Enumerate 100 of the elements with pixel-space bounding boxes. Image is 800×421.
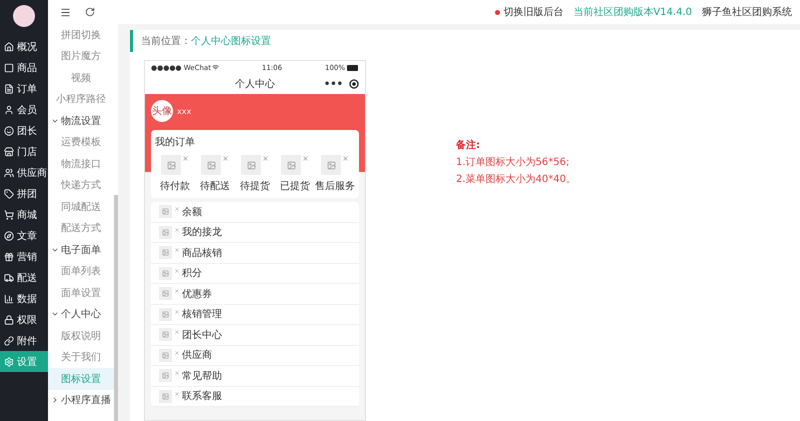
avatar-label: 头像: [152, 104, 172, 118]
submenu-item[interactable]: 面单设置: [48, 282, 114, 304]
nav-item[interactable]: 概况: [0, 36, 48, 57]
menu-icon[interactable]: [60, 6, 71, 18]
image-placeholder-icon: [159, 390, 172, 403]
more-button[interactable]: •••: [324, 78, 343, 90]
submenu-item[interactable]: 快递方式: [48, 174, 114, 196]
document-icon: [4, 84, 14, 94]
page-title: 个人中心: [235, 78, 275, 91]
menu-label: 我的接龙: [182, 226, 222, 240]
settings-icon: [4, 356, 14, 366]
submenu-item[interactable]: 小程序路径: [48, 88, 114, 110]
remove-icon[interactable]: [174, 206, 180, 212]
submenu-item[interactable]: 视频: [48, 67, 114, 88]
remove-icon[interactable]: [174, 308, 180, 314]
status-dot: [495, 10, 500, 14]
scrollbar[interactable]: [114, 195, 118, 421]
image-placeholder-icon: [159, 369, 172, 382]
nav-item[interactable]: 权限: [0, 309, 48, 330]
system-name: 狮子鱼社区团购系统: [702, 6, 792, 19]
refresh-icon[interactable]: [85, 7, 95, 17]
submenu-group[interactable]: 物流设置: [48, 110, 114, 132]
battery-icon: [347, 64, 359, 70]
remove-icon[interactable]: [262, 155, 269, 162]
nav-item[interactable]: 商城: [0, 204, 48, 225]
submenu-item[interactable]: 配送方式: [48, 218, 114, 239]
nav-item[interactable]: 附件: [0, 330, 48, 351]
menu-label: 常见帮助: [182, 370, 222, 383]
menu-label: 联系客服: [182, 390, 222, 404]
nav-item[interactable]: 配送: [0, 267, 48, 288]
submenu-group[interactable]: 电子面单: [48, 239, 114, 260]
remove-icon[interactable]: [174, 329, 180, 335]
submenu-item[interactable]: 面单列表: [48, 260, 114, 282]
remove-icon[interactable]: [174, 226, 180, 232]
submenu-item[interactable]: 同城配送: [48, 196, 114, 218]
nav-item[interactable]: 拼团: [0, 183, 48, 204]
submenu-group[interactable]: 个人中心: [48, 304, 114, 325]
image-placeholder-icon: [159, 205, 172, 218]
remove-icon[interactable]: [174, 370, 180, 376]
link-icon: [4, 336, 14, 346]
submenu-item[interactable]: 拼团切换: [48, 24, 114, 46]
menu-label: 优惠券: [182, 288, 212, 301]
tag-icon: [4, 188, 14, 198]
menu-label: 供应商: [182, 348, 212, 362]
remove-icon[interactable]: [222, 155, 229, 162]
menu-label: 核销管理: [182, 308, 222, 322]
breadcrumb-label: 当前位置：: [141, 34, 191, 48]
menu-label: 商品核销: [182, 246, 222, 260]
nav-item[interactable]: 营销: [0, 246, 48, 267]
submenu-item[interactable]: 关于我们: [48, 346, 114, 368]
user-icon: [4, 104, 14, 114]
target-icon[interactable]: [349, 79, 359, 89]
remove-icon[interactable]: [174, 390, 180, 396]
submenu-item[interactable]: 图片魔方: [48, 46, 114, 67]
orders-title: 我的订单: [155, 136, 196, 149]
old-backend-link[interactable]: 切换旧版后台: [503, 5, 564, 19]
nav-item[interactable]: 团长: [0, 120, 48, 141]
nav-item[interactable]: 文章: [0, 225, 48, 246]
menu-label: 积分: [182, 267, 202, 280]
image-placeholder-icon: [201, 155, 221, 175]
nav-item[interactable]: 商品: [0, 57, 48, 78]
gift-icon: [4, 252, 14, 262]
nav-item[interactable]: 数据: [0, 288, 48, 309]
remove-icon[interactable]: [174, 247, 180, 253]
image-placeholder-icon: [159, 328, 172, 342]
nav-item[interactable]: 门店: [0, 141, 48, 162]
image-placeholder-icon: [159, 226, 172, 239]
note-line: 2.菜单图标大小为40*40。: [456, 172, 576, 186]
nav-item[interactable]: 订单: [0, 78, 48, 99]
note-title: 备注:: [456, 138, 481, 152]
image-placeholder-icon: [321, 155, 341, 175]
submenu-item[interactable]: 版权说明: [48, 325, 114, 346]
version-text: 当前社区团购版本V14.4.0: [573, 6, 692, 19]
submenu-item[interactable]: 物流接口: [48, 153, 114, 174]
nav-item[interactable]: 会员: [0, 99, 48, 120]
submenu-item[interactable]: 运费模板: [48, 132, 114, 153]
order-label: 待配送: [200, 180, 230, 193]
menu-label: 团长中心: [182, 328, 222, 342]
submenu-group-label: 物流设置: [61, 114, 101, 128]
users-icon: [4, 168, 14, 178]
menu-label: 余额: [182, 206, 202, 219]
remove-icon[interactable]: [302, 155, 309, 162]
square-icon: [4, 62, 14, 72]
compass-icon: [4, 230, 14, 240]
note-line: 1.订单图标大小为56*56;: [456, 156, 570, 169]
remove-icon[interactable]: [174, 350, 180, 356]
remove-icon[interactable]: [182, 155, 189, 162]
house-icon: [4, 42, 14, 52]
nickname: xxx: [177, 106, 192, 116]
image-placeholder-icon: [159, 266, 172, 280]
remove-icon[interactable]: [342, 155, 349, 162]
nav-item[interactable]: 供应商: [0, 162, 48, 183]
submenu-group[interactable]: 小程序直播: [48, 390, 114, 411]
bar-chart-icon: [4, 294, 14, 304]
remove-icon[interactable]: [174, 268, 180, 274]
smile-icon: [4, 126, 14, 136]
cart-icon: [4, 210, 14, 220]
image-placeholder-icon: [159, 308, 172, 321]
image-placeholder-icon: [159, 348, 172, 362]
remove-icon[interactable]: [174, 288, 180, 294]
